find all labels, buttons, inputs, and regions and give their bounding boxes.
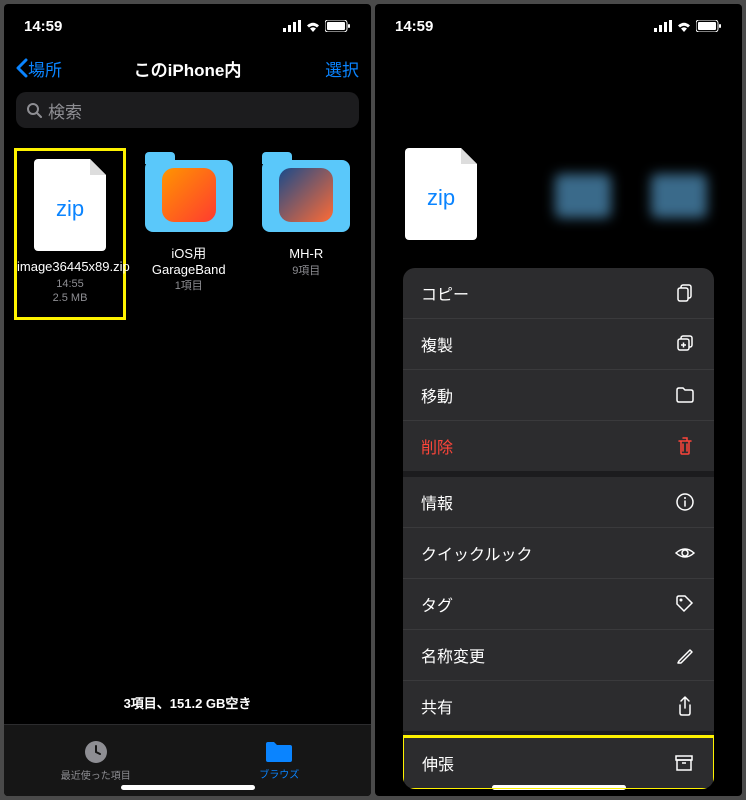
folder-item-mhr[interactable]: MH-R 9項目 [252,148,362,320]
status-time: 14:59 [24,18,62,35]
menu-label: 伸張 [422,751,454,775]
eye-icon [674,542,696,564]
menu-label: コピー [421,281,469,305]
folder-name: MH-R [252,246,362,262]
menu-label: 名称変更 [421,643,485,667]
signal-icon [283,20,301,32]
folder-icon [674,384,696,406]
home-indicator[interactable] [121,785,255,790]
nav-back-button[interactable]: 場所 [16,56,62,81]
menu-label: タグ [421,592,453,616]
blurred-background [555,174,707,218]
chevron-left-icon [16,58,28,78]
menu-copy[interactable]: コピー [403,268,714,319]
file-size: 2.5 MB [17,291,123,305]
info-icon [674,491,696,513]
nav-back-label: 場所 [28,56,62,81]
menu-tag[interactable]: タグ [403,579,714,630]
tab-label: ブラウズ [259,766,299,781]
file-grid: zip image36445x89.zip 14:55 2.5 MB iOS用 … [4,136,371,332]
menu-label: 共有 [421,694,453,718]
status-icons [283,20,351,32]
blurred-folder [555,174,611,218]
context-menu: コピー 複製 移動 削除 情報 クイックルック タグ 名称変更 [403,268,714,789]
nav-select-button[interactable]: 選択 [325,56,359,81]
garageband-app-icon [162,168,216,222]
menu-rename[interactable]: 名称変更 [403,630,714,681]
status-bar: 14:59 [4,4,371,48]
menu-label: 複製 [421,332,453,356]
menu-share[interactable]: 共有 [403,681,714,737]
search-input[interactable]: 検索 [16,92,359,128]
context-file-preview: zip [405,144,477,248]
nav-bar: 場所 このiPhone内 選択 [4,48,371,88]
search-placeholder: 検索 [48,98,82,123]
file-time: 14:55 [17,277,123,291]
menu-label: 移動 [421,383,453,407]
folder-icon [264,740,294,764]
menu-info[interactable]: 情報 [403,477,714,528]
folder-icon [262,160,350,232]
folder-name: iOS用 GarageBand [134,246,244,277]
right-phone: 14:59 zip コピー 複製 移動 削除 情報 [375,4,742,796]
folder-meta: 1項目 [134,279,244,293]
folder-icon [145,160,233,232]
share-icon [674,695,696,717]
trash-icon [674,435,696,457]
menu-label: 削除 [421,434,453,458]
file-item-zip[interactable]: zip image36445x89.zip 14:55 2.5 MB [14,148,126,320]
wifi-icon [676,20,692,32]
menu-quicklook[interactable]: クイックルック [403,528,714,579]
footer-status: 3項目、151.2 GB空き [4,693,371,712]
menu-extract[interactable]: 伸張 [403,735,714,789]
copy-icon [674,282,696,304]
archive-icon [673,752,695,774]
menu-delete[interactable]: 削除 [403,421,714,477]
menu-label: クイックルック [421,541,533,565]
duplicate-icon [674,333,696,355]
clock-icon [83,739,109,765]
zip-file-icon: zip [34,159,106,251]
tab-label: 最近使った項目 [61,767,131,782]
left-phone: 14:59 場所 このiPhone内 選択 検索 zip image36445x… [4,4,371,796]
wifi-icon [305,20,321,32]
search-icon [26,102,42,118]
status-time: 14:59 [395,18,433,35]
battery-icon [696,20,722,32]
status-icons [654,20,722,32]
blurred-folder [651,174,707,218]
zip-file-icon: zip [405,148,477,240]
status-bar: 14:59 [375,4,742,48]
file-name: image36445x89.zip [17,259,123,275]
menu-move[interactable]: 移動 [403,370,714,421]
tag-icon [674,593,696,615]
menu-label: 情報 [421,490,453,514]
pencil-icon [674,644,696,666]
battery-icon [325,20,351,32]
folder-meta: 9項目 [252,264,362,278]
signal-icon [654,20,672,32]
nav-title: このiPhone内 [134,56,242,81]
menu-duplicate[interactable]: 複製 [403,319,714,370]
mhr-app-icon [279,168,333,222]
folder-item-garageband[interactable]: iOS用 GarageBand 1項目 [134,148,244,320]
